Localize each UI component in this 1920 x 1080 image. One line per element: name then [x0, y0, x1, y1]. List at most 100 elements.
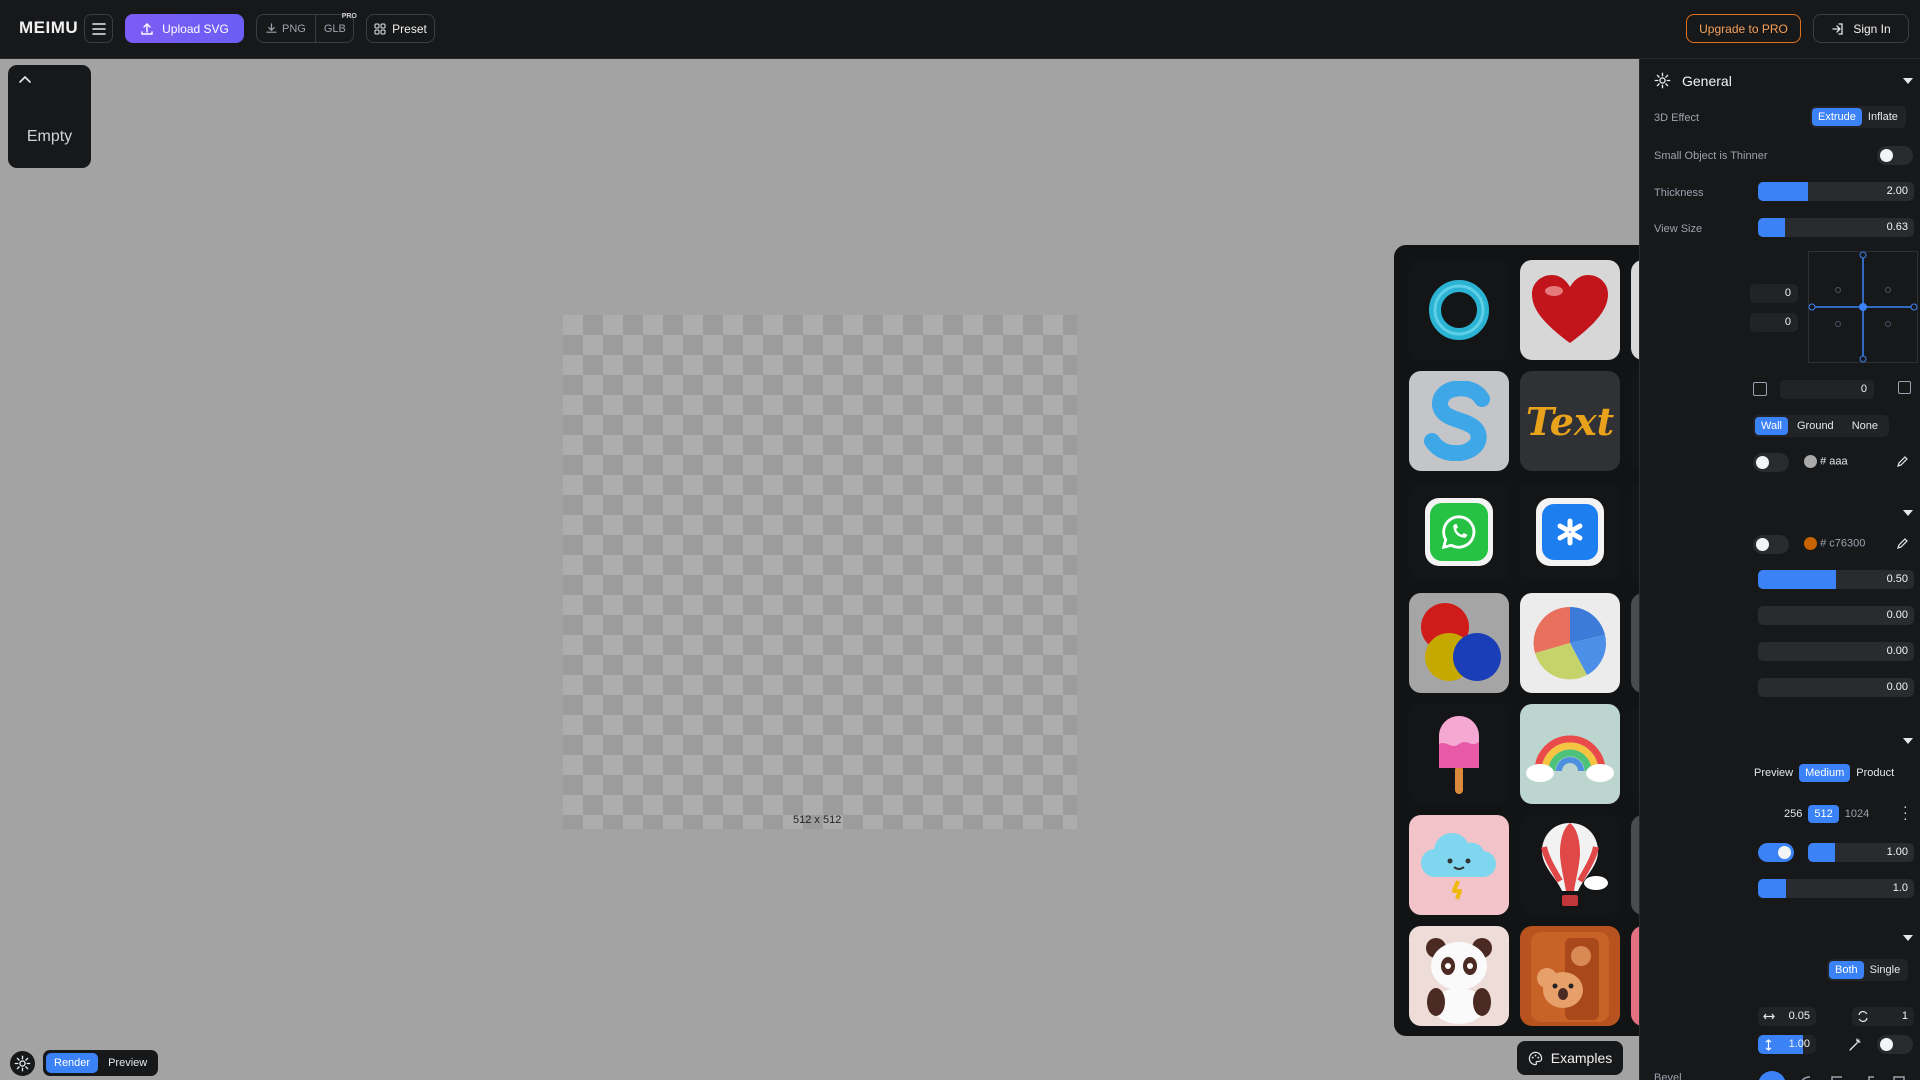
position-pad[interactable]: [1808, 251, 1918, 363]
ground-option[interactable]: Ground: [1788, 417, 1843, 435]
exposure-toggle[interactable]: [1758, 843, 1794, 862]
koala-icon: [1531, 932, 1609, 1022]
wand-toggle[interactable]: [1877, 1035, 1913, 1054]
preset-button[interactable]: Preset: [366, 14, 435, 43]
side-toggle: Both Single: [1827, 959, 1909, 981]
bevel-round-option[interactable]: [1758, 1071, 1786, 1080]
res-1024-option[interactable]: 1024: [1839, 805, 1875, 823]
render-controls: Render Preview: [10, 1050, 159, 1076]
rainbow-icon: [1526, 735, 1614, 782]
position-x-input[interactable]: 0: [1750, 284, 1798, 303]
render-mode-button[interactable]: Render: [46, 1053, 99, 1073]
chevron-down-icon[interactable]: [1903, 78, 1913, 84]
material-color-field[interactable]: # c76300: [1804, 537, 1865, 550]
gold-text-label: Text: [1525, 398, 1615, 444]
none-option[interactable]: None: [1843, 417, 1887, 435]
material-slider-1[interactable]: 0.50: [1758, 570, 1914, 589]
material-slider-2[interactable]: 0.00: [1758, 606, 1914, 625]
popsicle-icon: [1439, 716, 1479, 794]
example-ice-pop[interactable]: [1409, 704, 1509, 804]
example-red-heart[interactable]: [1520, 260, 1620, 360]
gear-icon: [14, 1055, 31, 1071]
transparent-canvas[interactable]: [563, 315, 1077, 829]
exposure-fill: [1808, 843, 1835, 862]
repeat-field[interactable]: 1: [1852, 1007, 1914, 1026]
bevel-corner-icon[interactable]: [1830, 1075, 1844, 1080]
example-color-spheres[interactable]: [1409, 593, 1509, 693]
more-options-icon[interactable]: · · ·: [1903, 799, 1908, 825]
example-koala[interactable]: [1520, 926, 1620, 1026]
thickness-value: 2.00: [1886, 185, 1908, 197]
repeat-value: 1: [1901, 1010, 1908, 1022]
light-slider[interactable]: 1.0: [1758, 879, 1914, 898]
chevron-down-icon[interactable]: [1903, 935, 1913, 941]
viewsize-fill: [1758, 218, 1785, 237]
extrude-option[interactable]: Extrude: [1812, 108, 1862, 126]
exposure-slider[interactable]: 1.00: [1808, 843, 1914, 862]
example-happy-cloud[interactable]: [1409, 815, 1509, 915]
spacing-field[interactable]: 0.05: [1758, 1007, 1816, 1026]
example-panda[interactable]: [1409, 926, 1509, 1026]
menu-button[interactable]: [84, 14, 113, 43]
material-value-1: 0.50: [1886, 573, 1908, 585]
quality-toggle: Preview Medium Product: [1746, 762, 1902, 784]
quality-product-option[interactable]: Product: [1850, 764, 1900, 782]
bevel-step-icon[interactable]: [1862, 1075, 1876, 1080]
wall-toggle[interactable]: [1753, 453, 1789, 472]
viewsize-slider[interactable]: 0.63: [1758, 218, 1914, 237]
square-small-icon[interactable]: [1753, 382, 1767, 396]
res-512-option[interactable]: 512: [1808, 805, 1839, 823]
exposure-value: 1.00: [1886, 846, 1908, 858]
wall-color-field[interactable]: # aaa: [1804, 455, 1848, 468]
top-bar: MEIMU Upload SVG PNG GLB PRO Preset Upgr…: [0, 0, 1920, 59]
bevel-curve-icon[interactable]: [1798, 1075, 1812, 1080]
example-blue-s[interactable]: [1409, 371, 1509, 471]
example-hot-air-balloon[interactable]: [1520, 815, 1620, 915]
example-whatsapp[interactable]: [1409, 482, 1509, 582]
side-both-option[interactable]: Both: [1829, 961, 1864, 979]
preview-mode-button[interactable]: Preview: [100, 1053, 155, 1073]
render-mode-toggle: Render Preview: [43, 1050, 159, 1076]
phone-bubble-icon: [1441, 515, 1476, 550]
chevron-down-icon[interactable]: [1903, 510, 1913, 516]
light-fill: [1758, 879, 1787, 898]
thin-toggle[interactable]: [1877, 146, 1913, 165]
example-flower-app[interactable]: [1520, 482, 1620, 582]
upgrade-button[interactable]: Upgrade to PRO: [1686, 14, 1801, 43]
material-slider-3[interactable]: 0.00: [1758, 642, 1914, 661]
material-color-value: # c76300: [1820, 537, 1866, 550]
export-glb-button[interactable]: GLB PRO: [316, 13, 357, 35]
material-slider-4[interactable]: 0.00: [1758, 678, 1914, 697]
magic-wand-icon[interactable]: [1848, 1038, 1862, 1052]
layers-panel: Empty: [8, 65, 91, 168]
eyedropper-icon[interactable]: [1896, 538, 1908, 550]
inflate-option[interactable]: Inflate: [1862, 108, 1904, 126]
sign-in-button[interactable]: Sign In: [1813, 14, 1909, 43]
thickness-slider[interactable]: 2.00: [1758, 182, 1914, 201]
quality-medium-option[interactable]: Medium: [1799, 764, 1851, 782]
quality-preview-option[interactable]: Preview: [1748, 764, 1799, 782]
example-pie-chart[interactable]: [1520, 593, 1620, 693]
export-png-button[interactable]: PNG: [257, 15, 316, 42]
rotation-input[interactable]: 0: [1780, 380, 1874, 399]
chevron-up-icon[interactable]: [18, 75, 32, 85]
example-rainbow[interactable]: [1520, 704, 1620, 804]
position-y-input[interactable]: 0: [1750, 313, 1798, 332]
side-single-option[interactable]: Single: [1864, 961, 1907, 979]
square-large-icon[interactable]: [1898, 381, 1911, 394]
wall-option[interactable]: Wall: [1755, 417, 1788, 435]
settings-button[interactable]: [10, 1050, 35, 1076]
res-256-option[interactable]: 256: [1778, 805, 1808, 823]
horizontal-arrows-icon: [1763, 1013, 1775, 1020]
chevron-down-icon[interactable]: [1903, 738, 1913, 744]
bevel-flat-icon[interactable]: [1892, 1075, 1906, 1080]
examples-button[interactable]: Examples: [1517, 1041, 1623, 1075]
asterisk-icon: [1557, 518, 1583, 546]
scale-field[interactable]: 1.00: [1758, 1035, 1816, 1054]
upload-svg-button[interactable]: Upload SVG: [125, 14, 244, 43]
example-blue-ring[interactable]: [1409, 260, 1509, 360]
material-toggle[interactable]: [1753, 535, 1789, 554]
sign-in-label: Sign In: [1853, 21, 1891, 36]
example-gold-text[interactable]: Text: [1520, 371, 1620, 471]
eyedropper-icon[interactable]: [1896, 456, 1908, 468]
